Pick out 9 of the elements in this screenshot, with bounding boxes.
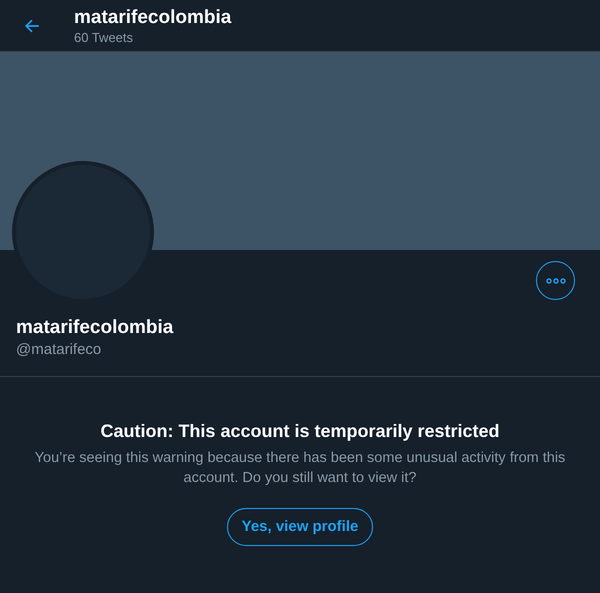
view-profile-button[interactable]: Yes, view profile <box>226 508 374 546</box>
warning-message: You’re seeing this warning because there has been some unusual activity from this account. Do you still want to view it? <box>34 449 566 488</box>
header-title: matarifecolombia <box>74 6 232 30</box>
tweet-count: 60 Tweets <box>74 30 134 46</box>
profile-name: matarifecolombia <box>16 316 174 340</box>
more-icon <box>546 278 566 284</box>
warning-title: Caution: This account is temporarily restricted <box>100 420 500 443</box>
more-button[interactable] <box>536 261 575 300</box>
profile-handle: @matarifeco <box>16 340 102 360</box>
